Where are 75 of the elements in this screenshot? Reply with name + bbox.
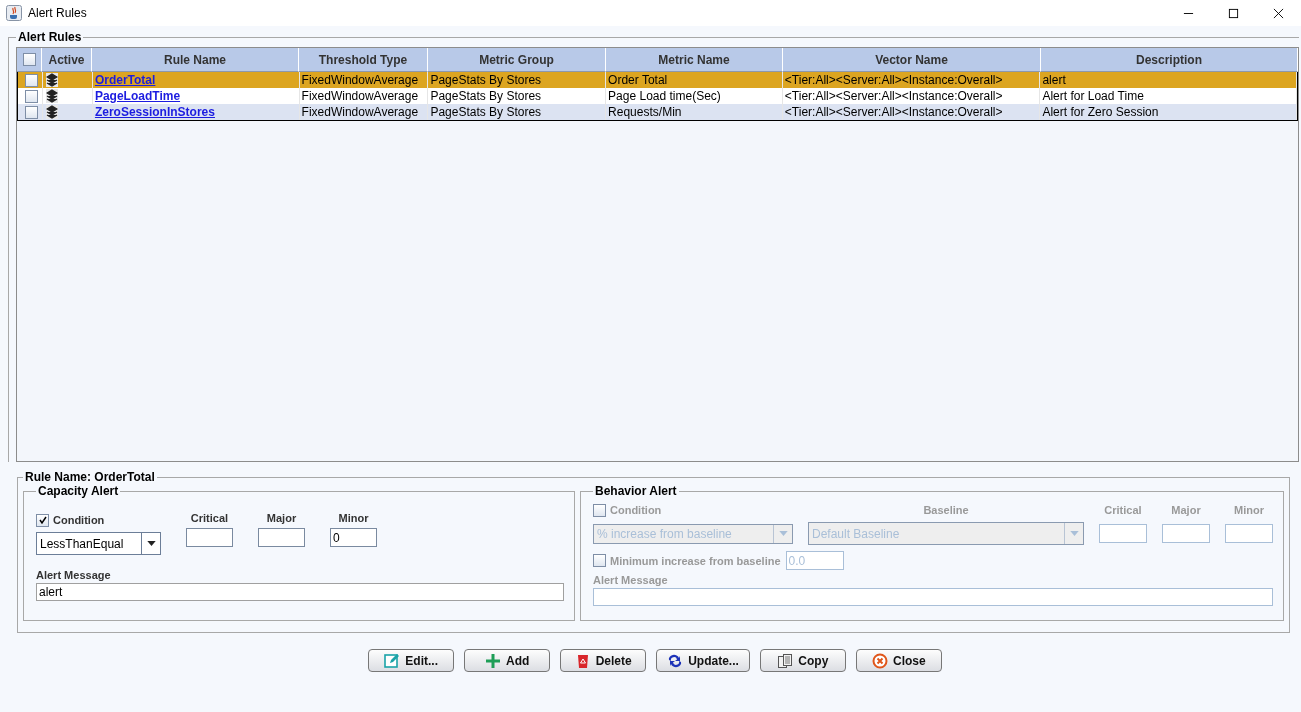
column-header[interactable]: Metric Group: [428, 48, 606, 72]
caret-icon: [146, 541, 156, 546]
condition-checkbox[interactable]: [36, 513, 49, 527]
table-cell: Page Load time(Sec): [608, 89, 721, 103]
rule-name-link[interactable]: PageLoadTime: [94, 89, 181, 103]
caret-icon: [778, 531, 788, 536]
close-circle-icon: [872, 652, 888, 669]
table-cell: Alert for Zero Session: [1042, 105, 1159, 119]
table-cell: FixedWindowAverage: [301, 73, 419, 87]
threshold-field[interactable]: 0: [330, 528, 377, 547]
close-button[interactable]: Close: [855, 649, 942, 672]
field-label: Baseline: [923, 504, 969, 516]
group-title: Alert Rules: [17, 30, 83, 44]
alert-message-field[interactable]: alert: [36, 583, 564, 601]
table-row[interactable]: OrderTotal FixedWindowAverage PageStats By Stores Order Total <Tier:All><Server:All><Instance:Overall> alert: [18, 72, 1297, 88]
column-header[interactable]: Vector Name: [783, 48, 1041, 72]
copy-icon: [777, 652, 794, 669]
table-cell: PageStats By Stores: [430, 73, 542, 87]
table-row[interactable]: PageLoadTime FixedWindowAverage PageStats By Stores Page Load time(Sec) <Tier:All><Server:All><Instance:Overall> Alert for Load Time: [18, 88, 1297, 104]
threshold-field[interactable]: [186, 528, 233, 547]
close-icon[interactable]: [1273, 7, 1284, 19]
edit-button[interactable]: Edit...: [368, 649, 455, 672]
plus-icon: [485, 652, 501, 669]
table-cell: Alert for Load Time: [1042, 89, 1144, 103]
table-cell: <Tier:All><Server:All><Instance:Overall>: [784, 105, 1003, 119]
refresh-icon: [667, 652, 684, 669]
column-header[interactable]: Threshold Type: [299, 48, 428, 72]
field-label: Major: [266, 512, 297, 524]
table-cell: PageStats By Stores: [430, 105, 542, 119]
column-header[interactable]: Description: [1041, 48, 1298, 72]
field-label: Alert Message: [593, 574, 669, 586]
layers-icon: [46, 89, 58, 103]
update-button[interactable]: Update...: [656, 649, 750, 672]
row-checkbox[interactable]: [24, 89, 38, 103]
group-title: Capacity Alert: [37, 484, 120, 498]
java-cup-icon: [6, 5, 22, 21]
table-cell: <Tier:All><Server:All><Instance:Overall>: [784, 89, 1003, 103]
rule-name-link[interactable]: ZeroSessionInStores: [94, 105, 215, 119]
column-header[interactable]: Active: [42, 48, 92, 72]
maximize-icon[interactable]: [1228, 7, 1239, 19]
table-row[interactable]: ZeroSessionInStores FixedWindowAverage PageStats By Stores Requests/Min <Tier:All><Server:All><Instance:Overall> Alert for Zero Session: [18, 104, 1297, 120]
table-cell: FixedWindowAverage: [301, 105, 419, 119]
group-title: Rule Name: OrderTotal: [24, 470, 156, 484]
table-cell: alert: [1042, 73, 1066, 87]
field-label: Condition: [53, 514, 105, 526]
row-checkbox[interactable]: [24, 105, 38, 119]
layers-icon: [46, 105, 58, 119]
delete-button[interactable]: Delete: [560, 649, 647, 672]
field-label: Critical: [1104, 504, 1142, 516]
layers-icon: [46, 73, 58, 87]
select-all-checkbox[interactable]: [22, 53, 36, 66]
threshold-field[interactable]: [258, 528, 305, 547]
table-cell: Requests/Min: [608, 105, 682, 119]
column-header[interactable]: Rule Name: [92, 48, 299, 72]
field-label: Minimum increase from baseline: [610, 554, 781, 567]
operator-dropdown[interactable]: LessThanEqual: [36, 532, 161, 555]
group-title: Behavior Alert: [594, 484, 678, 498]
field-label: Alert Message: [36, 569, 112, 581]
field-label: Minor: [338, 512, 369, 524]
field-label: Condition: [610, 504, 662, 516]
field-label: Minor: [1234, 504, 1264, 516]
column-header[interactable]: Metric Name: [606, 48, 783, 72]
caret-icon: [1069, 531, 1079, 536]
table-cell: FixedWindowAverage: [301, 89, 419, 103]
table-cell: Order Total: [608, 73, 668, 87]
copy-button[interactable]: Copy: [759, 649, 846, 672]
table-cell: PageStats By Stores: [430, 89, 542, 103]
pencil-square-icon: [384, 652, 401, 669]
table-cell: <Tier:All><Server:All><Instance:Overall>: [784, 73, 1003, 87]
field-label: Critical: [190, 512, 229, 524]
add-button[interactable]: Add: [464, 649, 551, 672]
field-label: Major: [1171, 504, 1201, 516]
row-checkbox[interactable]: [24, 73, 38, 87]
rule-name-link[interactable]: OrderTotal: [94, 73, 156, 87]
window-title: Alert Rules: [28, 6, 87, 20]
